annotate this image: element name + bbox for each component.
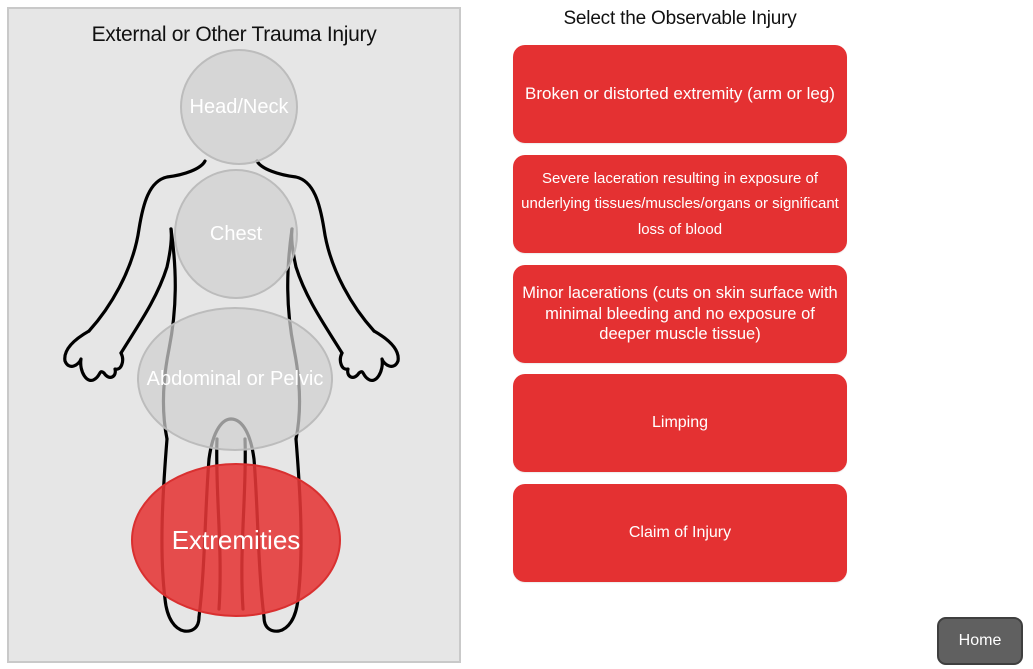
region-abdominal-pelvic-label: Abdominal or Pelvic <box>146 367 324 390</box>
region-head-neck[interactable]: Head/Neck <box>180 49 298 165</box>
region-chest[interactable]: Chest <box>174 169 298 299</box>
option-label: Claim of Injury <box>628 524 732 542</box>
injury-selection-title: Select the Observable Injury <box>563 8 797 29</box>
option-broken-extremity-button[interactable]: Broken or distorted extremity (arm or le… <box>513 45 847 143</box>
option-limping-button[interactable]: Limping <box>513 374 847 472</box>
option-label: Limping <box>651 414 709 432</box>
body-diagram-panel: External or Other Trauma Injury Head/Nec… <box>7 7 461 663</box>
option-claim-of-injury-button[interactable]: Claim of Injury <box>513 484 847 582</box>
region-head-neck-label: Head/Neck <box>189 95 289 118</box>
home-button-label: Home <box>958 632 1002 649</box>
option-label: Severe laceration resulting in exposure … <box>521 169 839 238</box>
region-abdominal-pelvic[interactable]: Abdominal or Pelvic <box>137 307 333 451</box>
option-severe-laceration-button[interactable]: Severe laceration resulting in exposure … <box>513 155 847 253</box>
region-extremities[interactable]: Extremities <box>131 463 341 617</box>
region-chest-label: Chest <box>209 222 263 245</box>
region-extremities-label: Extremities <box>171 524 301 555</box>
option-label: Broken or distorted extremity (arm or le… <box>525 83 835 103</box>
option-label: Minor lacerations (cuts on skin surface … <box>522 284 838 344</box>
home-button[interactable]: Home <box>937 617 1023 665</box>
option-minor-lacerations-button[interactable]: Minor lacerations (cuts on skin surface … <box>513 265 847 363</box>
